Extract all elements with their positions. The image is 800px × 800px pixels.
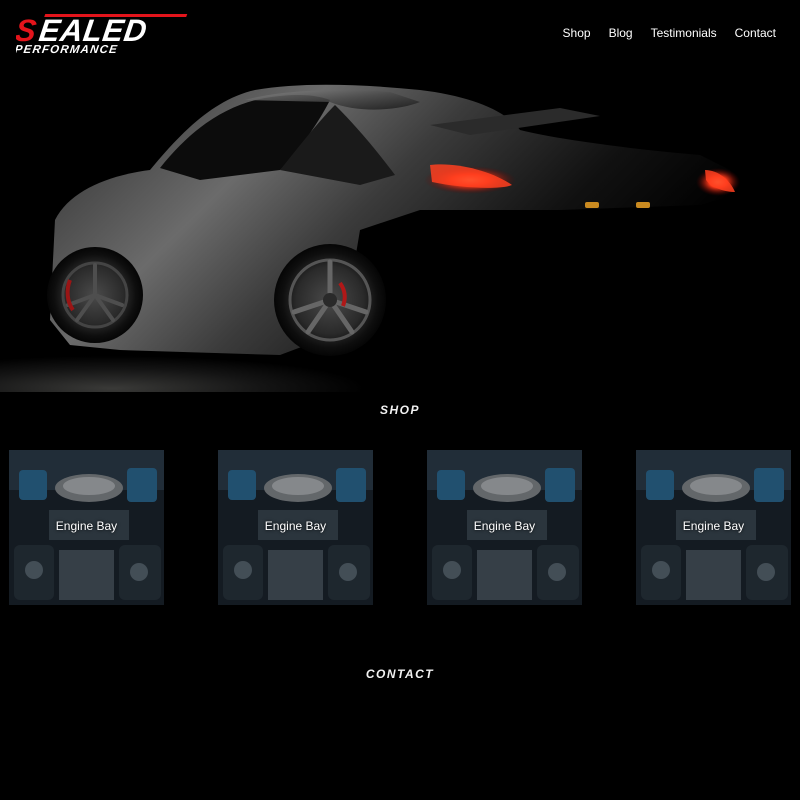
product-grid: Engine Bay Engine Bay Engine Bay Engine … xyxy=(9,450,791,605)
svg-text:S: S xyxy=(16,13,39,48)
product-card[interactable]: Engine Bay xyxy=(427,450,582,605)
logo-line1: SEALED xyxy=(16,56,17,57)
nav-shop[interactable]: Shop xyxy=(563,26,591,40)
nav-blog[interactable]: Blog xyxy=(609,26,633,40)
svg-text:EALED: EALED xyxy=(37,13,149,48)
product-card[interactable]: Engine Bay xyxy=(636,450,791,605)
product-label: Engine Bay xyxy=(264,519,327,533)
product-label: Engine Bay xyxy=(682,519,745,533)
logo-line2: PERFORMANCE xyxy=(16,56,17,57)
hero-car-illustration xyxy=(0,70,800,392)
contact-section-title: CONTACT xyxy=(365,667,435,681)
nav-testimonials[interactable]: Testimonials xyxy=(651,26,717,40)
product-card[interactable]: Engine Bay xyxy=(9,450,164,605)
product-label: Engine Bay xyxy=(55,519,118,533)
nav-contact[interactable]: Contact xyxy=(735,26,776,40)
main-nav: Shop Blog Testimonials Contact xyxy=(563,26,776,40)
brand-logo[interactable]: S EALED PERFORMANCE SEALED PERFORMANCE xyxy=(16,12,191,56)
shop-section-title: SHOP xyxy=(379,403,420,417)
product-label: Engine Bay xyxy=(473,519,536,533)
product-card[interactable]: Engine Bay xyxy=(218,450,373,605)
hero-image xyxy=(0,70,800,392)
logo-graphic: S EALED PERFORMANCE xyxy=(16,13,188,56)
svg-text:PERFORMANCE: PERFORMANCE xyxy=(16,44,119,56)
